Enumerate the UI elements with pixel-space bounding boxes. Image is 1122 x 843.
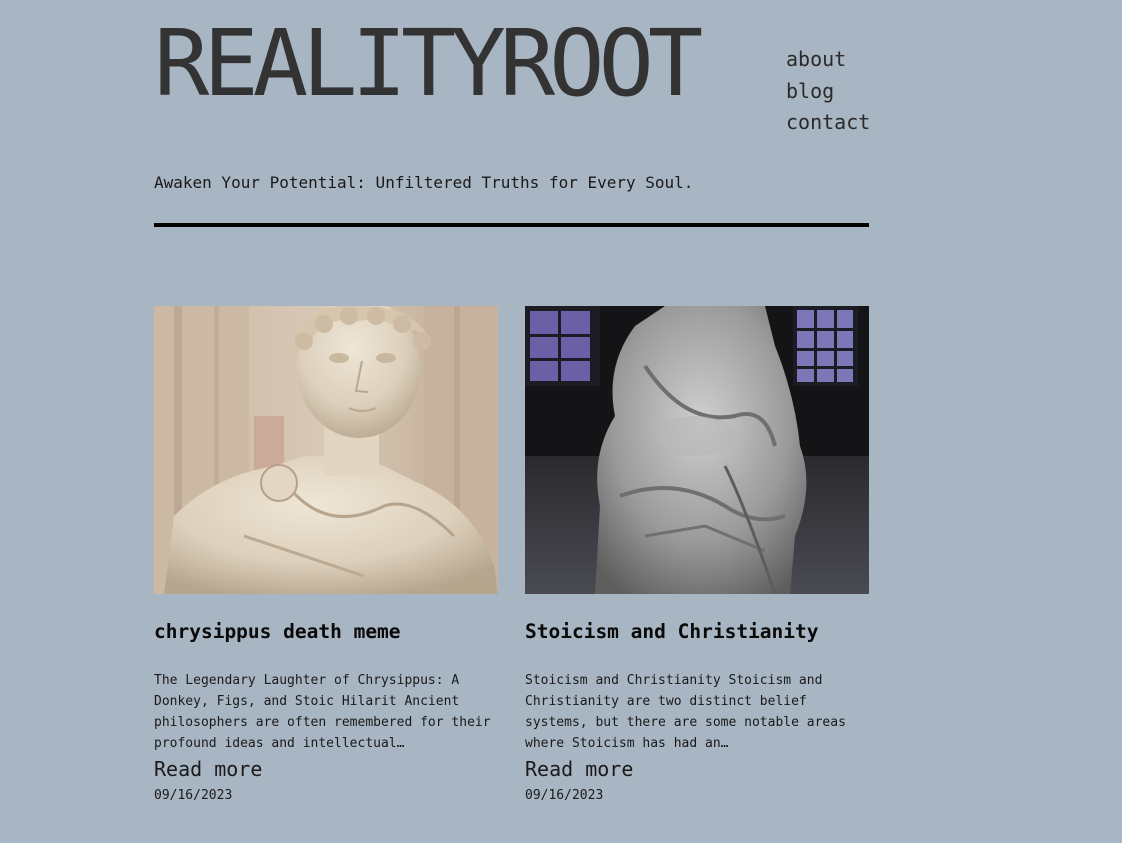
site-tagline: Awaken Your Potential: Unfiltered Truths… [154,173,694,192]
read-more-link[interactable]: Read more [525,756,633,782]
post-date: 09/16/2023 [525,788,604,803]
nav-item-contact[interactable]: contact [786,107,870,139]
post-date: 09/16/2023 [154,788,233,803]
post-title[interactable]: chrysippus death meme [154,620,401,644]
header-divider [154,223,869,227]
nav-item-about[interactable]: about [786,44,870,76]
read-more-link[interactable]: Read more [154,756,262,782]
post-title[interactable]: Stoicism and Christianity [525,620,819,644]
post-excerpt: The Legendary Laughter of Chrysippus: A … [154,673,491,751]
post-card: chrysippus death meme The Legendary Laug… [154,306,498,803]
marble-bust-image[interactable] [154,306,498,594]
main-nav: about blog contact [786,44,870,139]
site-title[interactable]: REALITYROOT [154,14,703,114]
nav-item-blog[interactable]: blog [786,76,870,108]
post-card: Stoicism and Christianity Stoicism and C… [525,306,869,803]
post-excerpt: Stoicism and Christianity Stoicism and C… [525,673,846,751]
seated-statue-image[interactable] [525,306,869,594]
